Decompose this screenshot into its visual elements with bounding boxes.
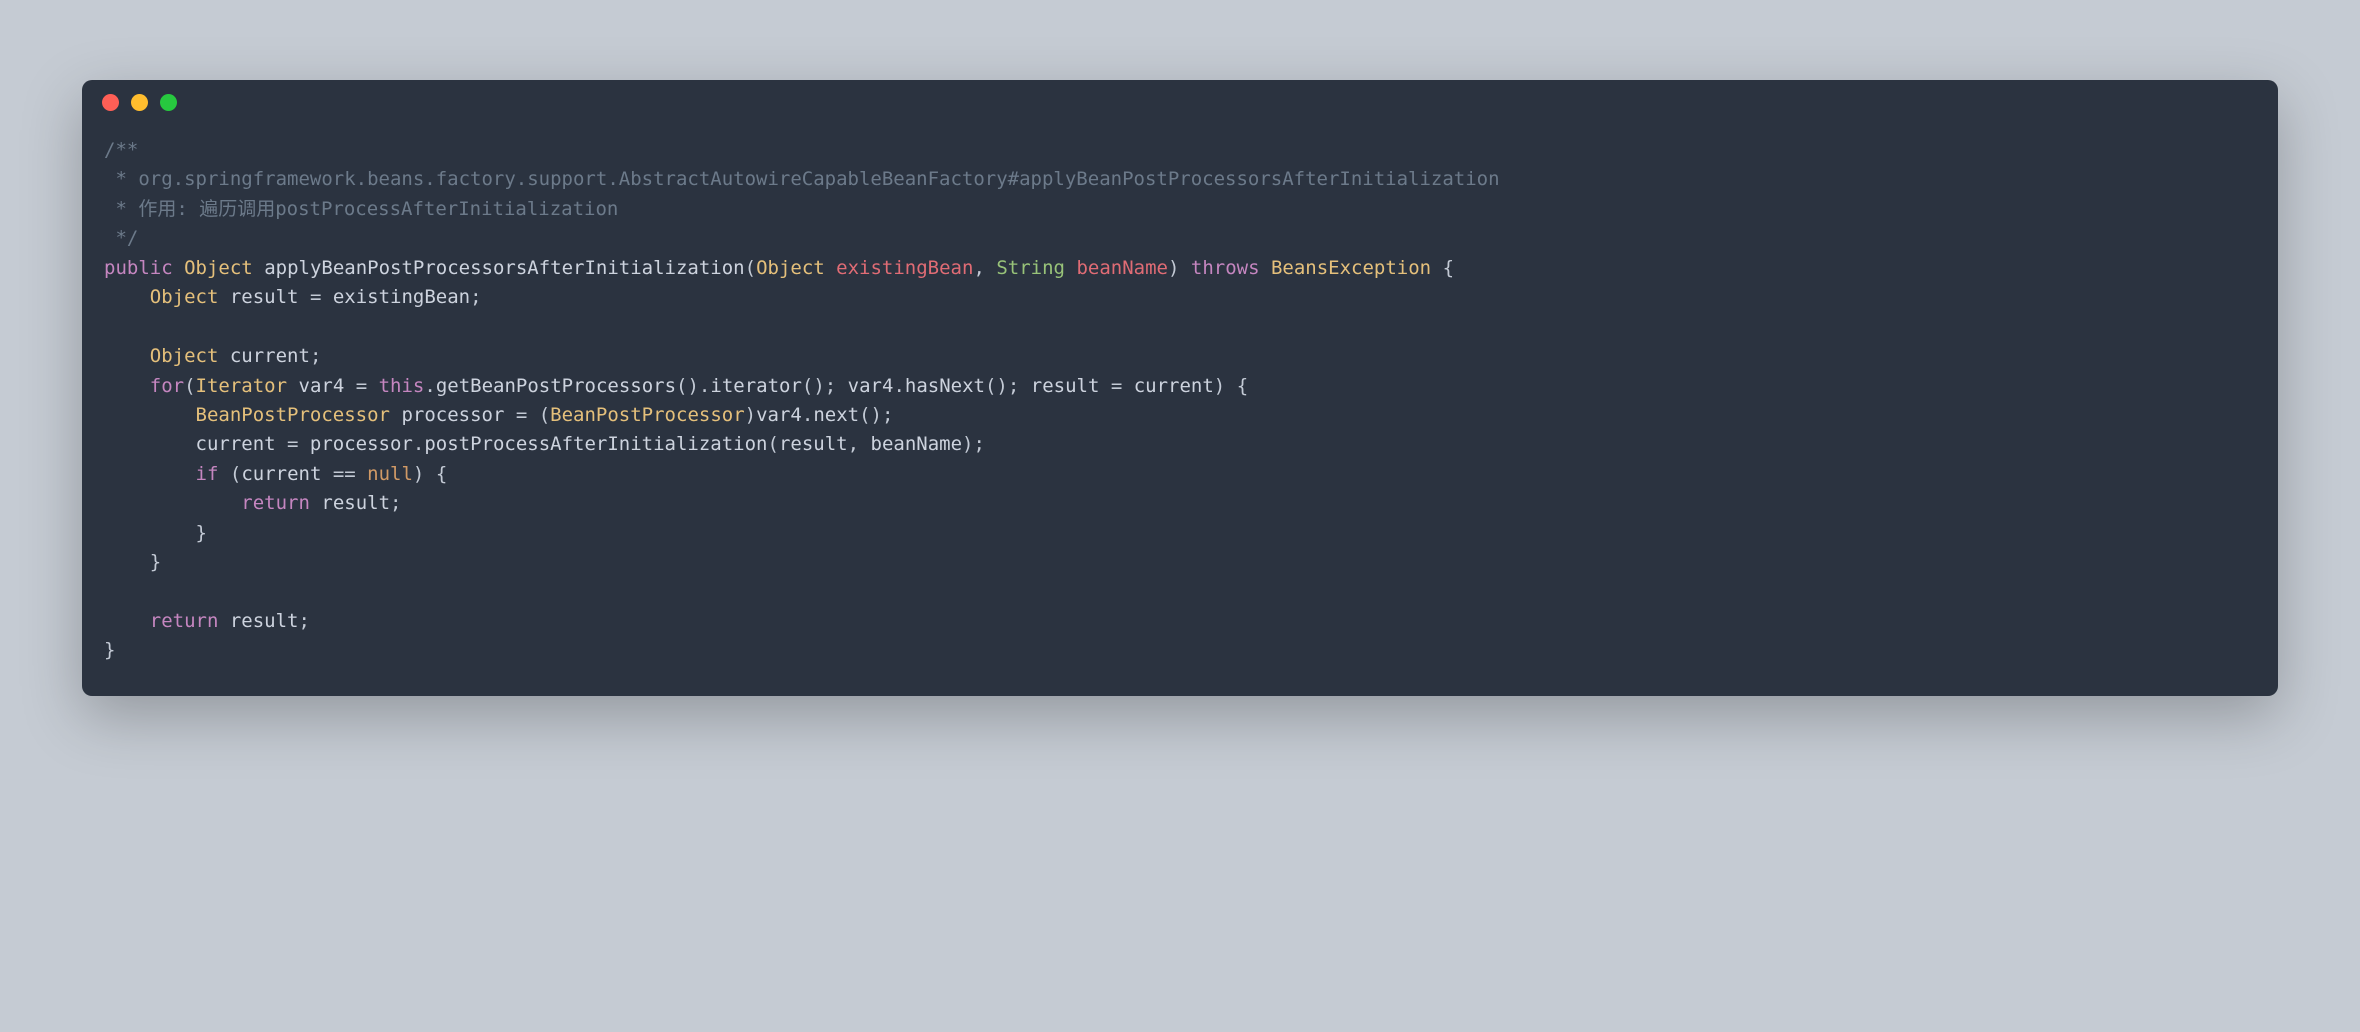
var-result-4: result [321, 492, 390, 514]
method-getbean: getBeanPostProcessors [436, 375, 676, 397]
paren: ( [184, 375, 195, 397]
op: = [1099, 375, 1133, 397]
semi: ; [299, 610, 310, 632]
paren: ); [962, 433, 985, 455]
param2: beanName [1076, 257, 1168, 279]
kw-return-1: return [241, 492, 310, 514]
op: = [344, 375, 378, 397]
dot: . [413, 433, 424, 455]
var-current-2: current [1134, 375, 1214, 397]
dot: . [424, 375, 435, 397]
method-iterator: iterator [710, 375, 802, 397]
var-result-2: result [1031, 375, 1100, 397]
type-object-2: Object [756, 257, 825, 279]
kw-return-2: return [150, 610, 219, 632]
type-beanpost-2: BeanPostProcessor [550, 404, 744, 426]
dot: . [802, 404, 813, 426]
var-result-3: result [779, 433, 848, 455]
type-string: String [996, 257, 1065, 279]
paren: (); [802, 375, 836, 397]
var-processor-2: processor [310, 433, 413, 455]
op: = [299, 286, 333, 308]
semi: ; [310, 345, 321, 367]
kw-this: this [379, 375, 425, 397]
type-object-1: Object [184, 257, 253, 279]
comment-line1: * org.springframework.beans.factory.supp… [104, 168, 1500, 190]
paren: ( [230, 463, 241, 485]
method-name: applyBeanPostProcessorsAfterInitializati… [264, 257, 744, 279]
maximize-icon[interactable] [160, 94, 177, 111]
brace: } [104, 639, 115, 661]
brace: } [196, 522, 207, 544]
code-content[interactable]: /** * org.springframework.beans.factory.… [82, 124, 2278, 696]
kw-null: null [367, 463, 413, 485]
brace: { [436, 463, 447, 485]
paren: ( [768, 433, 779, 455]
type-beanpost: BeanPostProcessor [196, 404, 390, 426]
brace: } [150, 551, 161, 573]
var-result: result [230, 286, 299, 308]
method-hasnext: hasNext [905, 375, 985, 397]
kw-public: public [104, 257, 173, 279]
op: = [276, 433, 310, 455]
type-exception: BeansException [1271, 257, 1431, 279]
var-current-3: current [196, 433, 276, 455]
paren: ) [1168, 257, 1179, 279]
type-object-3: Object [150, 286, 219, 308]
paren: ) [1214, 375, 1225, 397]
var-result-5: result [230, 610, 299, 632]
minimize-icon[interactable] [131, 94, 148, 111]
semi: ; [390, 492, 401, 514]
comma: , [848, 433, 859, 455]
method-postprocess: postProcessAfterInitialization [424, 433, 767, 455]
comment-end: */ [104, 227, 138, 249]
kw-throws: throws [1191, 257, 1260, 279]
close-icon[interactable] [102, 94, 119, 111]
paren: ) [745, 404, 756, 426]
brace: { [1443, 257, 1454, 279]
op: == [321, 463, 367, 485]
dot: . [893, 375, 904, 397]
paren: (). [676, 375, 710, 397]
comment-line2: * 作用: 遍历调用postProcessAfterInitialization [104, 198, 618, 220]
var-current-4: current [241, 463, 321, 485]
var-var4: var4 [299, 375, 345, 397]
paren: (); [859, 404, 893, 426]
paren: ( [745, 257, 756, 279]
code-window: /** * org.springframework.beans.factory.… [82, 80, 2278, 696]
method-next: next [813, 404, 859, 426]
var-var4-2: var4 [848, 375, 894, 397]
var-processor: processor [401, 404, 504, 426]
var-beanname: beanName [871, 433, 963, 455]
var-existingbean: existingBean [333, 286, 470, 308]
op: = [504, 404, 538, 426]
semi: ; [470, 286, 481, 308]
paren: (); [985, 375, 1019, 397]
paren: ( [539, 404, 550, 426]
type-object-4: Object [150, 345, 219, 367]
brace: { [1237, 375, 1248, 397]
window-titlebar [82, 80, 2278, 124]
kw-for: for [150, 375, 184, 397]
paren: ) [413, 463, 424, 485]
param1: existingBean [836, 257, 973, 279]
comma: , [973, 257, 984, 279]
type-iterator: Iterator [196, 375, 288, 397]
comment-start: /** [104, 139, 138, 161]
kw-if: if [196, 463, 219, 485]
var-current: current [230, 345, 310, 367]
var-var4-3: var4 [756, 404, 802, 426]
